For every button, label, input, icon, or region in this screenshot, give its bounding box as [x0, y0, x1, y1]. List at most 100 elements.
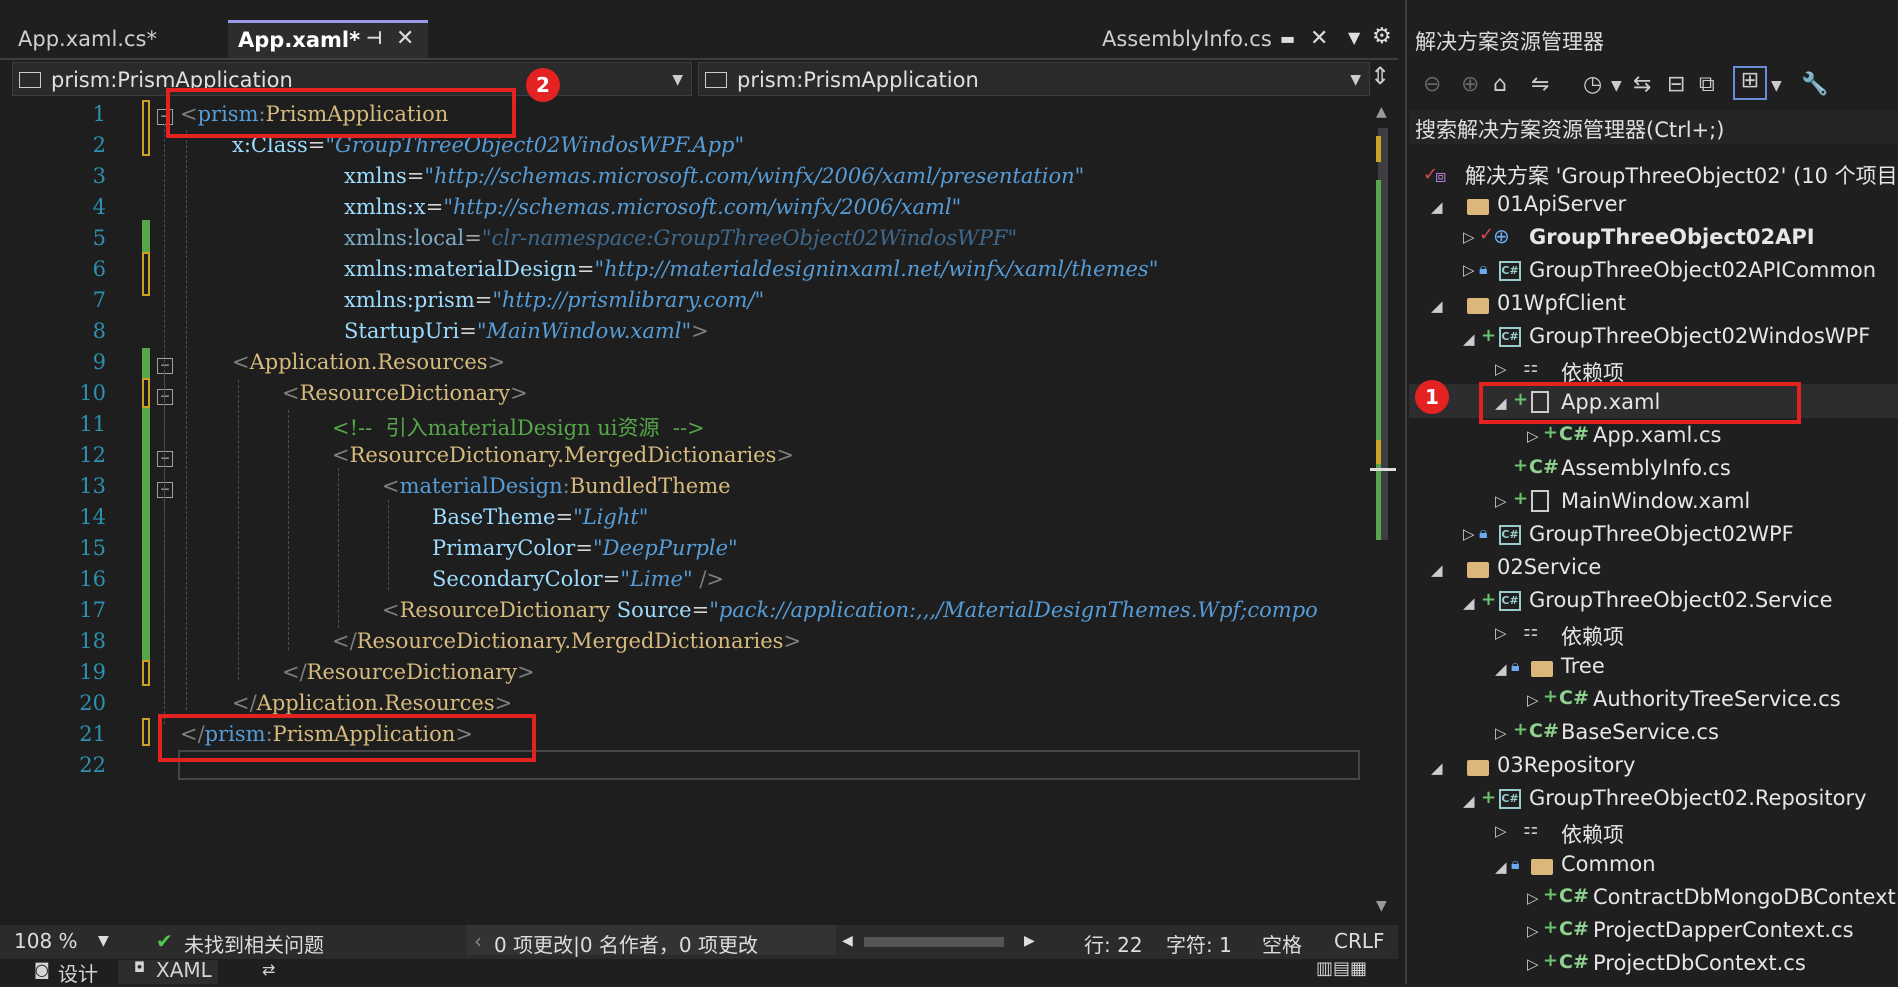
tree-label: 01WpfClient	[1497, 291, 1627, 315]
code-line[interactable]: xmlns="http://schemas.microsoft.com/winf…	[344, 164, 1084, 188]
collapse-icon[interactable]: −	[157, 358, 173, 374]
home-icon[interactable]: ⌂	[1493, 72, 1507, 97]
line-number: 8	[92, 319, 106, 343]
tab-app-xaml[interactable]: App.xaml* ⊣ ✕	[228, 20, 428, 58]
added-icon: +	[1513, 488, 1529, 509]
tree-label: 03Repository	[1497, 753, 1636, 777]
change-marker-added	[142, 348, 150, 378]
collapsed-icon: ▷	[1527, 889, 1539, 907]
change-summary[interactable]: 0 项更改|0 名作者，0 项更改	[494, 929, 758, 958]
change-marker-modified	[142, 718, 150, 746]
tab-app-xaml-cs[interactable]: App.xaml.cs*	[8, 20, 228, 58]
gear-icon[interactable]: ⚙	[1372, 24, 1392, 49]
code-line[interactable]: BaseTheme="Light"	[432, 505, 648, 529]
code-line[interactable]: <materialDesign:BundledTheme	[382, 474, 731, 498]
code-line[interactable]: <ResourceDictionary.MergedDictionaries>	[332, 443, 794, 467]
split-icon[interactable]: ⇕	[1370, 62, 1390, 90]
expanded-icon: ◢	[1431, 759, 1443, 777]
lock-icon: 🔒︎	[1479, 523, 1488, 542]
scroll-up-icon[interactable]: ▲	[1376, 104, 1387, 120]
code-line[interactable]: xmlns:local="clr-namespace:GroupThreeObj…	[344, 226, 1017, 250]
line-number: 12	[79, 443, 106, 467]
code-line[interactable]: SecondaryColor="Lime" />	[432, 567, 724, 591]
collapsed-icon: ▷	[1527, 922, 1539, 940]
folder-icon	[1467, 199, 1489, 215]
close-icon[interactable]: ✕	[396, 22, 414, 56]
xaml-element-icon	[19, 72, 41, 88]
tree-label: BaseService.cs	[1561, 720, 1719, 744]
switch-views-icon[interactable]: ⇋	[1531, 72, 1549, 97]
preview-selected-icon[interactable]: ⊞	[1733, 66, 1767, 100]
code-line[interactable]: xmlns:prism="http://prismlibrary.com/"	[344, 288, 764, 312]
xaml-tab[interactable]: XAML	[156, 958, 212, 982]
scroll-right-icon[interactable]: ▶	[1024, 933, 1035, 949]
vertical-scrollbar[interactable]: ▲ ▼	[1370, 100, 1396, 920]
code-line[interactable]: <ResourceDictionary>	[282, 381, 528, 405]
swap-panes-icon[interactable]: ⇄	[262, 960, 275, 979]
tree-label: GroupThreeObject02APICommon	[1529, 258, 1877, 282]
pin-icon[interactable]: ⊣	[366, 22, 382, 56]
code-line[interactable]: <ResourceDictionary Source="pack://appli…	[382, 598, 1318, 622]
properties-wrench-icon[interactable]: 🔧	[1801, 72, 1828, 97]
added-icon: +	[1513, 719, 1529, 740]
web-project-icon: ⊕	[1493, 224, 1510, 248]
scroll-down-icon[interactable]: ▼	[1376, 898, 1387, 914]
expanded-icon: ◢	[1463, 594, 1475, 612]
back-icon[interactable]: ⊖	[1423, 72, 1441, 97]
code-line[interactable]: PrimaryColor="DeepPurple"	[432, 536, 738, 560]
expanded-icon: ◢	[1463, 330, 1475, 348]
collapse-all-icon[interactable]: ⊟	[1667, 72, 1685, 97]
code-line[interactable]: </Application.Resources>	[232, 691, 512, 715]
chevron-left-icon[interactable]: ‹	[474, 929, 482, 953]
tab-assemblyinfo[interactable]: AssemblyInfo.cs ▬ ✕	[1092, 20, 1342, 58]
dependencies-icon: ⚏	[1523, 621, 1539, 641]
char-indicator[interactable]: 字符: 1	[1166, 929, 1232, 958]
csharp-file-icon: C#	[1529, 456, 1559, 478]
pending-changes-icon[interactable]: ◷	[1583, 72, 1602, 97]
pin-icon[interactable]: ▬	[1280, 20, 1295, 58]
code-line[interactable]: <!-- 引入materialDesign ui资源 -->	[332, 412, 705, 442]
line-ending-indicator[interactable]: CRLF	[1334, 929, 1385, 953]
code-line[interactable]: <Application.Resources>	[232, 350, 505, 374]
lock-icon: 🔒︎	[1511, 656, 1520, 675]
collapse-icon[interactable]: −	[157, 389, 173, 405]
chevron-down-icon[interactable]: ▼	[98, 933, 109, 949]
scroll-left-icon[interactable]: ◀	[842, 933, 853, 949]
csharp-project-icon: C#	[1499, 789, 1521, 809]
tab-list-dropdown-icon[interactable]: ▼	[1348, 28, 1360, 47]
chevron-down-icon[interactable]: ▼	[1771, 78, 1782, 94]
code-line[interactable]: </ResourceDictionary.MergedDictionaries>	[332, 629, 801, 653]
collapse-icon[interactable]: −	[157, 482, 173, 498]
xaml-file-icon	[1531, 490, 1549, 512]
whitespace-indicator[interactable]: 空格	[1262, 929, 1302, 958]
line-number: 21	[79, 722, 106, 746]
horizontal-scroll-thumb[interactable]	[864, 937, 1004, 947]
line-number: 20	[79, 691, 106, 715]
added-icon: +	[1513, 455, 1529, 476]
tree-label: App.xaml.cs	[1593, 423, 1722, 447]
csharp-file-icon: C#	[1559, 423, 1589, 445]
code-line[interactable]: StartupUri="MainWindow.xaml">	[344, 319, 709, 343]
view-switcher: ◙ 设计 ◘ XAML ⇄ ▥▤▦	[0, 958, 1398, 987]
chevron-down-icon[interactable]: ▼	[1611, 78, 1622, 94]
line-number: 16	[79, 567, 106, 591]
layout-icons[interactable]: ▥▤▦	[1316, 958, 1367, 979]
zoom-level[interactable]: 108 %	[14, 929, 78, 953]
sync-icon[interactable]: ⇆	[1633, 72, 1651, 97]
close-icon[interactable]: ✕	[1310, 20, 1328, 58]
code-line[interactable]: </ResourceDictionary>	[282, 660, 535, 684]
code-line[interactable]: xmlns:materialDesign="http://materialdes…	[344, 257, 1158, 281]
issues-status[interactable]: 未找到相关问题	[184, 929, 324, 958]
forward-icon[interactable]: ⊕	[1461, 72, 1479, 97]
code-line[interactable]: xmlns:x="http://schemas.microsoft.com/wi…	[344, 195, 961, 219]
design-tab[interactable]: 设计	[58, 958, 98, 987]
indent-guide	[288, 410, 289, 650]
tree-label: ContractDbMongoDBContext	[1593, 885, 1896, 909]
show-all-files-icon[interactable]: ⧉	[1699, 72, 1715, 97]
collapse-icon[interactable]: −	[157, 451, 173, 467]
search-box[interactable]: 搜索解决方案资源管理器(Ctrl+;)	[1409, 110, 1898, 144]
tree-label: 01ApiServer	[1497, 192, 1627, 216]
line-indicator[interactable]: 行: 22	[1084, 929, 1143, 958]
member-selector[interactable]: prism:PrismApplication ▼	[698, 62, 1370, 96]
added-icon: +	[1543, 950, 1559, 971]
